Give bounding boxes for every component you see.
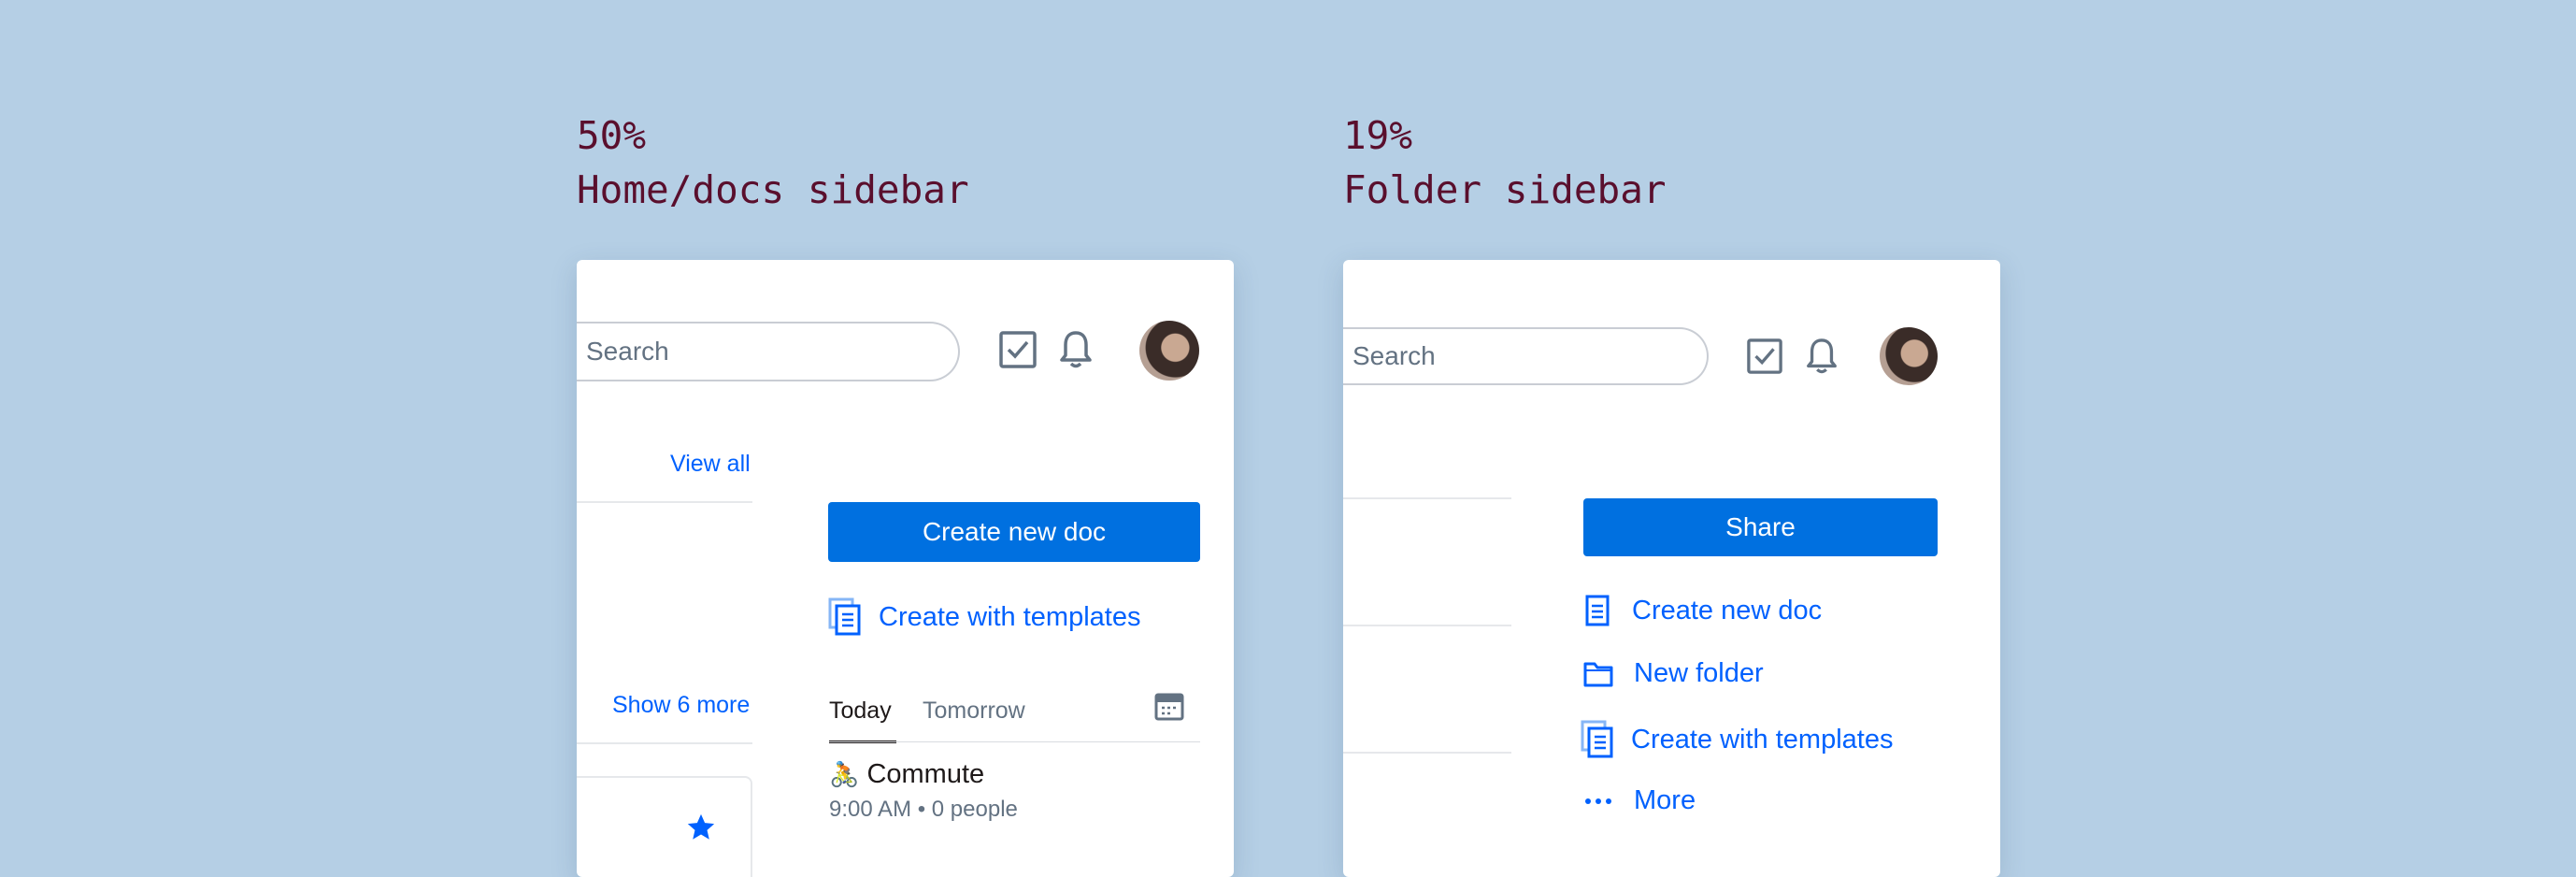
divider <box>1343 625 1511 626</box>
event-title-text: Commute <box>866 759 985 789</box>
bell-icon[interactable] <box>1057 329 1095 370</box>
new-folder-action[interactable]: New folder <box>1583 658 1764 689</box>
tab-tomorrow[interactable]: Tomorrow <box>923 697 1025 725</box>
search-bar[interactable] <box>577 322 960 381</box>
divider <box>577 501 752 503</box>
search-input[interactable] <box>1352 329 1644 383</box>
home-usage-percent: 50% <box>577 113 647 158</box>
divider <box>1343 752 1511 754</box>
templates-icon <box>1581 720 1613 758</box>
bell-icon[interactable] <box>1804 337 1839 376</box>
divider <box>1343 497 1511 499</box>
create-with-templates-label: Create with templates <box>1631 724 1894 755</box>
more-action[interactable]: More <box>1583 785 1696 816</box>
bicycle-icon: 🚴 <box>829 760 860 788</box>
share-button[interactable]: Share <box>1583 498 1938 556</box>
folder-caption-label: Folder sidebar <box>1343 167 1667 212</box>
search-input[interactable] <box>586 323 892 380</box>
search-bar[interactable] <box>1343 327 1709 385</box>
view-all-link[interactable]: View all <box>670 451 751 478</box>
avatar[interactable] <box>1139 321 1199 381</box>
divider <box>577 742 752 744</box>
task-checkbox-icon[interactable] <box>999 331 1037 368</box>
templates-icon <box>828 597 861 636</box>
create-new-doc-label: Create new doc <box>1632 595 1823 625</box>
new-folder-label: New folder <box>1634 658 1764 688</box>
more-label: More <box>1634 785 1696 815</box>
avatar[interactable] <box>1880 327 1938 385</box>
event-title[interactable]: 🚴 Commute <box>829 759 984 790</box>
create-with-templates-label: Create with templates <box>879 601 1141 632</box>
doc-icon <box>1585 595 1610 626</box>
create-with-templates-action[interactable]: Create with templates <box>1581 720 1893 759</box>
home-caption: 50% Home/docs sidebar <box>577 108 969 217</box>
tabs-divider <box>829 741 1200 742</box>
folder-caption: 19% Folder sidebar <box>1343 108 1667 217</box>
create-new-doc-button[interactable]: Create new doc <box>828 502 1200 562</box>
star-icon[interactable] <box>685 812 717 843</box>
calendar-icon[interactable] <box>1154 692 1184 722</box>
folder-panel: Share Create new doc New folder Create w… <box>1343 260 2000 877</box>
tab-today[interactable]: Today <box>829 697 892 725</box>
starred-card <box>577 776 752 877</box>
task-checkbox-icon[interactable] <box>1747 338 1782 374</box>
show-more-link[interactable]: Show 6 more <box>612 692 750 719</box>
home-caption-label: Home/docs sidebar <box>577 167 969 212</box>
create-with-templates-link[interactable]: Create with templates <box>828 597 1140 637</box>
folder-usage-percent: 19% <box>1343 113 1413 158</box>
event-details: 9:00 AM • 0 people <box>829 797 1018 822</box>
more-icon <box>1585 798 1611 804</box>
folder-icon <box>1583 662 1613 686</box>
home-docs-panel: View all Show 6 more Create new doc Crea… <box>577 260 1234 877</box>
create-new-doc-action[interactable]: Create new doc <box>1583 595 1822 626</box>
